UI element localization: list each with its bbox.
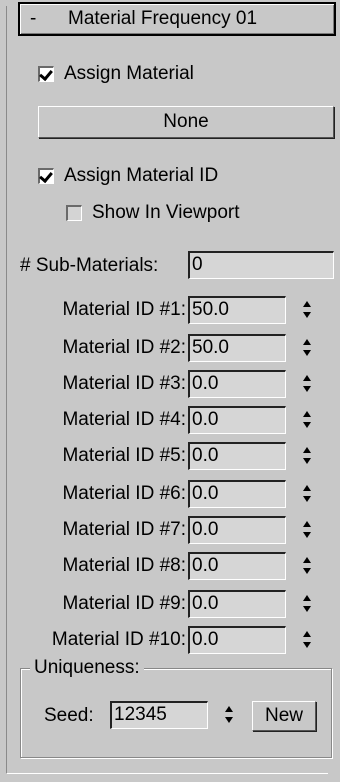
material-id-field[interactable]: 50.0: [188, 296, 286, 324]
material-id-label: Material ID #7:: [62, 519, 186, 540]
material-id-spinner[interactable]: [300, 592, 314, 616]
material-id-label: Material ID #8:: [62, 555, 186, 576]
collapse-toggle[interactable]: -: [30, 4, 36, 34]
assign-material-row[interactable]: Assign Material: [38, 63, 194, 85]
rollout-header[interactable]: - Material Frequency 01: [18, 2, 336, 36]
assign-material-id-label: Assign Material ID: [64, 165, 219, 186]
material-id-field[interactable]: 0.0: [188, 480, 286, 508]
spinner-up-icon[interactable]: [303, 485, 311, 491]
material-id-label: Material ID #2:: [62, 337, 186, 358]
material-id-field[interactable]: 0.0: [188, 626, 286, 654]
material-id-spinner[interactable]: [300, 336, 314, 360]
material-id-label: Material ID #9:: [62, 593, 186, 614]
rollout-title: Material Frequency 01: [68, 8, 258, 29]
material-id-field[interactable]: 0.0: [188, 516, 286, 544]
material-id-field[interactable]: 0.0: [188, 442, 286, 470]
material-id-spinner[interactable]: [300, 628, 314, 652]
material-id-field[interactable]: 0.0: [188, 590, 286, 618]
spinner-down-icon[interactable]: [225, 717, 233, 723]
spinner-up-icon[interactable]: [303, 557, 311, 563]
material-id-spinner[interactable]: [300, 444, 314, 468]
spinner-up-icon[interactable]: [303, 301, 311, 307]
material-id-label: Material ID #6:: [62, 483, 186, 504]
material-id-spinner[interactable]: [300, 554, 314, 578]
spinner-up-icon[interactable]: [303, 521, 311, 527]
spinner-down-icon[interactable]: [303, 386, 311, 392]
material-id-field[interactable]: 50.0: [188, 334, 286, 362]
spinner-up-icon[interactable]: [303, 411, 311, 417]
seed-label: Seed:: [44, 705, 94, 726]
spinner-up-icon[interactable]: [303, 595, 311, 601]
show-in-viewport-row[interactable]: Show In Viewport: [66, 202, 240, 224]
material-id-field[interactable]: 0.0: [188, 552, 286, 580]
sub-materials-field[interactable]: 0: [188, 251, 334, 279]
spinner-down-icon[interactable]: [303, 532, 311, 538]
assign-material-checkbox[interactable]: [38, 66, 54, 82]
spinner-down-icon[interactable]: [303, 422, 311, 428]
new-seed-button[interactable]: New: [252, 701, 316, 731]
show-in-viewport-checkbox[interactable]: [66, 205, 82, 221]
material-id-field[interactable]: 0.0: [188, 406, 286, 434]
uniqueness-group-title: Uniqueness:: [30, 656, 144, 680]
material-id-label: Material ID #5:: [62, 445, 186, 466]
material-picker-button[interactable]: None: [38, 106, 334, 138]
spinner-down-icon[interactable]: [303, 496, 311, 502]
seed-spinner[interactable]: [222, 703, 236, 727]
material-id-label: Material ID #1:: [62, 299, 186, 320]
material-id-spinner[interactable]: [300, 372, 314, 396]
spinner-down-icon[interactable]: [303, 458, 311, 464]
material-id-spinner[interactable]: [300, 482, 314, 506]
spinner-up-icon[interactable]: [303, 339, 311, 345]
spinner-down-icon[interactable]: [303, 350, 311, 356]
assign-material-id-checkbox[interactable]: [38, 168, 54, 184]
sub-materials-label: # Sub-Materials:: [20, 255, 159, 276]
show-in-viewport-label: Show In Viewport: [92, 202, 240, 223]
spinner-up-icon[interactable]: [303, 375, 311, 381]
spinner-down-icon[interactable]: [303, 642, 311, 648]
spinner-up-icon[interactable]: [303, 631, 311, 637]
spinner-down-icon[interactable]: [303, 606, 311, 612]
assign-material-id-row[interactable]: Assign Material ID: [38, 165, 218, 187]
spinner-up-icon[interactable]: [303, 447, 311, 453]
material-id-label: Material ID #10:: [51, 629, 186, 650]
spinner-up-icon[interactable]: [225, 706, 233, 712]
material-id-field[interactable]: 0.0: [188, 370, 286, 398]
material-id-spinner[interactable]: [300, 518, 314, 542]
assign-material-label: Assign Material: [64, 63, 194, 84]
seed-field[interactable]: 12345: [110, 701, 208, 729]
material-id-spinner[interactable]: [300, 408, 314, 432]
spinner-down-icon[interactable]: [303, 568, 311, 574]
material-id-label: Material ID #4:: [62, 409, 186, 430]
material-id-spinner[interactable]: [300, 298, 314, 322]
spinner-down-icon[interactable]: [303, 312, 311, 318]
material-id-label: Material ID #3:: [62, 373, 186, 394]
